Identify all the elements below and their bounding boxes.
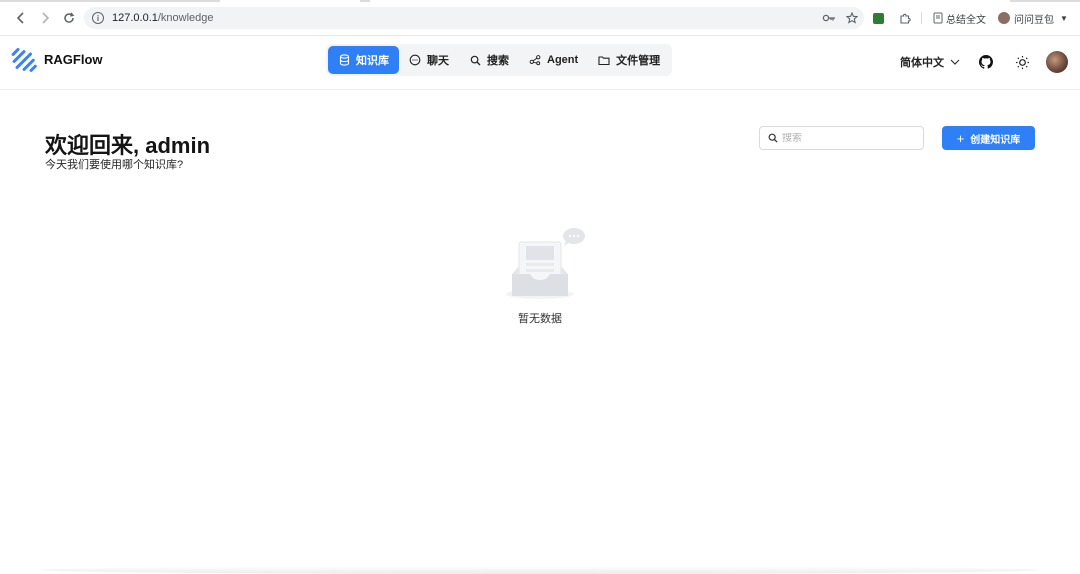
profile-avatar (998, 12, 1010, 24)
empty-state: 暂无数据 (500, 226, 590, 326)
nav-chat[interactable]: 聊天 (399, 46, 459, 74)
url-text: 127.0.0.1/knowledge (112, 12, 214, 24)
folder-icon (598, 54, 610, 66)
search-input[interactable] (782, 132, 912, 144)
app-header: RAGFlow 知识库 聊天 搜索 Agent 文件管理 简体中文 (0, 36, 1080, 90)
extension-download-icon[interactable] (873, 10, 884, 26)
profile-extension[interactable]: 问问豆包 ▼ (998, 10, 1068, 26)
nav-search-label: 搜索 (487, 55, 509, 67)
user-avatar[interactable] (1046, 51, 1068, 73)
url-path: /knowledge (157, 12, 214, 24)
ragflow-logo-icon (10, 46, 38, 73)
brand-logo[interactable]: RAGFlow (10, 46, 103, 73)
github-icon[interactable] (974, 50, 998, 74)
caret-down-icon: ▼ (1060, 13, 1068, 23)
create-knowledge-label: 创建知识库 (970, 134, 1021, 146)
toolbar-separator (921, 10, 922, 26)
address-bar[interactable]: i 127.0.0.1/knowledge (84, 7, 864, 29)
theme-sun-icon[interactable] (1010, 50, 1034, 74)
page-bottom-shadow (40, 566, 1040, 574)
search-icon (768, 133, 778, 143)
back-icon[interactable] (12, 9, 30, 27)
plus-icon: + (956, 130, 965, 146)
header-actions: 简体中文 (900, 48, 1068, 76)
empty-state-text: 暂无数据 (518, 313, 562, 325)
agent-graph-icon (529, 54, 541, 66)
nav-knowledge-label: 知识库 (356, 55, 389, 67)
brand-name: RAGFlow (44, 51, 103, 67)
empty-inbox-icon (506, 228, 585, 299)
extensions-puzzle-icon[interactable] (899, 10, 911, 26)
database-icon (338, 54, 350, 66)
tab-strip-edge (0, 0, 1080, 2)
url-host: 127.0.0.1 (112, 12, 158, 24)
nav-search[interactable]: 搜索 (459, 46, 519, 74)
chat-bubble-icon (409, 54, 421, 66)
nav-knowledge[interactable]: 知识库 (328, 46, 399, 74)
reload-icon[interactable] (60, 9, 78, 27)
nav-files-label: 文件管理 (616, 55, 661, 67)
site-info-icon[interactable]: i (92, 12, 104, 24)
knowledge-page: 欢迎回来, admin 今天我们要使用哪个知识库? + 创建知识库 暂无数据 (0, 90, 1080, 574)
nav-chat-label: 聊天 (427, 55, 449, 67)
nav-agent-label: Agent (547, 54, 579, 66)
nav-files[interactable]: 文件管理 (588, 46, 670, 74)
summary-label: 总结全文 (946, 14, 986, 26)
page-subtitle: 今天我们要使用哪个知识库? (45, 159, 184, 171)
search-field[interactable] (759, 126, 924, 150)
language-select[interactable]: 简体中文 (900, 54, 960, 70)
forward-icon[interactable] (36, 9, 54, 27)
chevron-down-icon (950, 57, 960, 67)
bookmark-star-icon[interactable] (846, 7, 858, 29)
password-key-icon[interactable] (822, 7, 836, 29)
nav-agent[interactable]: Agent (519, 46, 588, 74)
language-label: 简体中文 (900, 57, 944, 69)
search-icon (469, 54, 481, 66)
create-knowledge-button[interactable]: + 创建知识库 (942, 126, 1035, 150)
main-nav: 知识库 聊天 搜索 Agent 文件管理 (326, 44, 673, 76)
summary-extension[interactable]: 总结全文 (933, 10, 986, 26)
profile-label: 问问豆包 (1014, 14, 1054, 26)
browser-toolbar: i 127.0.0.1/knowledge 总结全文 问问豆包 ▼ (0, 0, 1080, 36)
document-icon (933, 12, 943, 24)
